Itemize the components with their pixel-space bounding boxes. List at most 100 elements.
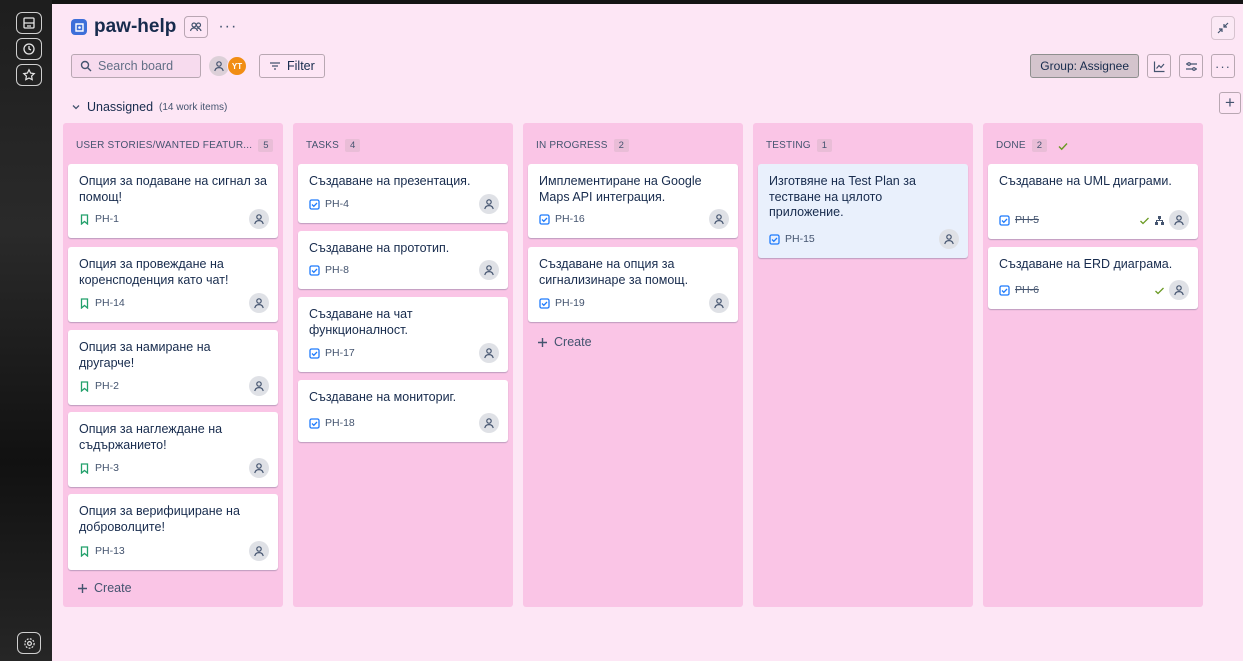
swimlane-header[interactable]: Unassigned (14 work items) — [71, 100, 227, 114]
user-avatar-yt[interactable]: YT — [227, 56, 247, 76]
card-ph-5[interactable]: Създаване на UML диаграми. PH-5 — [988, 164, 1198, 239]
task-checkbox-icon — [309, 347, 320, 359]
story-bookmark-icon — [80, 545, 89, 557]
recent-clock-icon[interactable] — [16, 38, 42, 60]
card-title: Опция за верифициране на доброволците! — [79, 504, 240, 534]
card-title: Създаване на опция за сигнализинаре за п… — [539, 257, 689, 287]
project-logo-icon — [71, 19, 87, 35]
assignee-avatar-icon[interactable] — [939, 229, 959, 249]
card-key: PH-14 — [95, 297, 125, 309]
task-checkbox-icon — [999, 214, 1010, 226]
card-ph-4[interactable]: Създаване на презентация. PH-4 — [298, 164, 508, 223]
column-title: DONE — [996, 140, 1026, 151]
add-column-plus-icon[interactable]: + — [1219, 92, 1241, 114]
board-area: paw-help ··· YT Filter Group: Assignee — [52, 4, 1243, 661]
story-bookmark-icon — [80, 380, 89, 392]
story-bookmark-icon — [80, 297, 89, 309]
card-ph-13[interactable]: Опция за верифициране на доброволците! P… — [68, 494, 278, 570]
assignee-avatar-icon[interactable] — [479, 343, 499, 363]
assignee-avatar-icon[interactable] — [479, 413, 499, 433]
assignee-avatar-icon[interactable] — [249, 293, 269, 313]
card-key: PH-19 — [555, 297, 585, 309]
search-box[interactable] — [71, 54, 201, 78]
column-title: TESTING — [766, 140, 811, 151]
card-title: Опция за подаване на сигнал за помощ! — [79, 174, 267, 204]
column-title: IN PROGRESS — [536, 140, 608, 151]
done-check-icon — [1140, 217, 1149, 224]
card-key: PH-15 — [785, 233, 815, 245]
done-check-icon — [1058, 142, 1068, 150]
card-title: Създаване на UML диаграми. — [999, 174, 1172, 188]
search-input[interactable] — [98, 59, 198, 73]
card-key: PH-8 — [325, 264, 349, 276]
task-checkbox-icon — [309, 198, 320, 210]
swimlane-title: Unassigned — [87, 100, 154, 114]
assignee-avatar-icon[interactable] — [249, 458, 269, 478]
card-ph-19[interactable]: Създаване на опция за сигнализинаре за п… — [528, 247, 738, 322]
assignee-avatar-icon[interactable] — [709, 293, 729, 313]
assignee-avatar-icon[interactable] — [249, 376, 269, 396]
card-ph-1[interactable]: Опция за подаване на сигнал за помощ! PH… — [68, 164, 278, 238]
card-key: PH-4 — [325, 198, 349, 210]
done-check-icon — [1155, 287, 1164, 294]
team-people-icon[interactable] — [184, 16, 209, 38]
collapse-icon[interactable] — [1211, 16, 1235, 40]
card-ph-6[interactable]: Създаване на ERD диаграма. PH-6 — [988, 247, 1198, 309]
search-icon — [80, 60, 92, 72]
unassigned-avatar-icon[interactable] — [209, 56, 229, 76]
column-title: TASKS — [306, 140, 340, 151]
view-settings-sliders-icon[interactable] — [1179, 54, 1203, 78]
filter-icon — [270, 62, 280, 70]
card-key: PH-2 — [95, 380, 119, 392]
card-key: PH-17 — [325, 347, 355, 359]
assignee-avatar-icon[interactable] — [249, 541, 269, 561]
more-actions-icon[interactable]: ··· — [1211, 54, 1235, 78]
card-ph-3[interactable]: Опция за наглеждане на съдържанието! PH-… — [68, 412, 278, 487]
card-ph-8[interactable]: Създаване на прототип. PH-8 — [298, 231, 508, 289]
card-ph-17[interactable]: Създаване на чат функционалност. PH-17 — [298, 297, 508, 372]
group-by-button[interactable]: Group: Assignee — [1030, 54, 1139, 78]
card-ph-16[interactable]: Имплементиране на Google Maps API интегр… — [528, 164, 738, 238]
starred-icon[interactable] — [16, 64, 42, 86]
assignee-avatar-icon[interactable] — [479, 194, 499, 214]
assignee-avatar-icon[interactable] — [479, 260, 499, 280]
projects-icon[interactable] — [16, 12, 42, 34]
task-checkbox-icon — [309, 417, 320, 429]
create-issue-button[interactable]: Create — [537, 335, 592, 349]
assignee-avatar-icon[interactable] — [1169, 280, 1189, 300]
settings-gear-icon[interactable] — [17, 632, 41, 654]
swimlane-count: (14 work items) — [159, 101, 228, 113]
card-ph-14[interactable]: Опция за провеждане на коренсподенция ка… — [68, 247, 278, 322]
card-ph-15[interactable]: Изготвяне на Test Plan за тестване на ця… — [758, 164, 968, 258]
column-title: USER STORIES/WANTED FEATUR... — [76, 140, 253, 151]
assignee-avatar-icon[interactable] — [709, 209, 729, 229]
filter-button[interactable]: Filter — [259, 54, 325, 78]
card-title: Опция за намиране на другарче! — [79, 340, 211, 370]
more-options-icon[interactable]: ··· — [218, 18, 237, 36]
card-key: PH-5 — [1015, 214, 1039, 226]
assignee-avatars: YT — [209, 56, 247, 76]
insights-chart-icon[interactable] — [1147, 54, 1171, 78]
card-key: PH-1 — [95, 213, 119, 225]
create-issue-button[interactable]: Create — [77, 581, 132, 595]
create-label: Create — [554, 335, 592, 349]
story-bookmark-icon — [80, 213, 89, 225]
column-count: 2 — [613, 139, 629, 152]
assignee-avatar-icon[interactable] — [249, 209, 269, 229]
card-ph-18[interactable]: Създаване на мониториг. PH-18 — [298, 380, 508, 442]
task-checkbox-icon — [539, 297, 550, 309]
left-rail — [0, 0, 52, 661]
plus-icon — [538, 337, 547, 347]
column-count: 1 — [816, 139, 833, 152]
card-title: Изготвяне на Test Plan за тестване на ця… — [769, 174, 916, 219]
assignee-avatar-icon[interactable] — [1169, 210, 1189, 230]
column-done: DONE 2 Създаване на UML диаграми. PH-5 С… — [983, 123, 1203, 607]
column-count: 2 — [1031, 139, 1047, 152]
card-key: PH-6 — [1015, 284, 1039, 296]
task-checkbox-icon — [999, 284, 1010, 296]
column-in-progress: IN PROGRESS 2 Имплементиране на Google M… — [523, 123, 743, 607]
card-title: Опция за провеждане на коренсподенция ка… — [79, 257, 229, 287]
card-ph-2[interactable]: Опция за намиране на другарче! PH-2 — [68, 330, 278, 405]
column-count: 5 — [258, 139, 274, 152]
card-title: Имплементиране на Google Maps API интегр… — [539, 174, 702, 204]
